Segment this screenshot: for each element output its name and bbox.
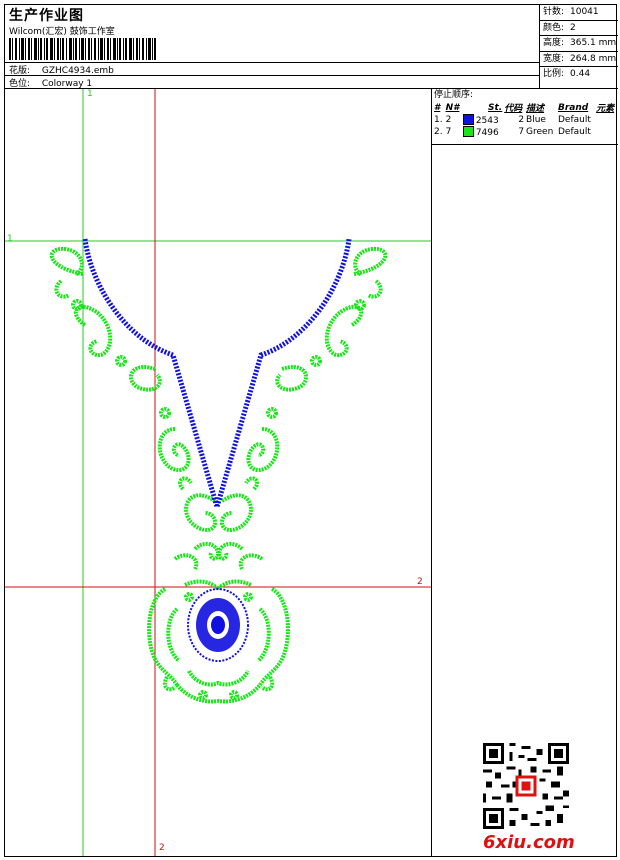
embroidery-preview — [5, 89, 431, 856]
stat-value: 264.8 mm — [570, 53, 617, 64]
row-element — [595, 114, 617, 126]
stop-sequence-panel: 停止顺序: # N# St. 代码 描述 Brand 元素 1. 2 2543 … — [432, 89, 618, 138]
row-desc: Green — [526, 127, 554, 137]
row-code: 2 — [518, 115, 525, 125]
stat-label: 针数: — [543, 7, 565, 17]
row-stitches: 7496 — [475, 128, 499, 138]
production-sheet: 生产作业图 Wilcom(汇宏) 鼓饰工作室 花版: GZHC4934.emb … — [4, 4, 618, 857]
stat-label: 比例: — [543, 69, 565, 80]
row-needle: 2 — [445, 115, 452, 125]
stat-value: 10041 — [570, 7, 599, 17]
axis-label-green-horizontal: 1 — [7, 234, 13, 244]
row-index: 2. — [434, 127, 443, 137]
color-swatch-blue — [462, 114, 474, 125]
stop-sequence-title: 停止顺序: — [434, 90, 474, 100]
row-desc: Blue — [526, 115, 546, 125]
colorway-value: Colorway 1 — [41, 79, 93, 89]
row-brand: Default — [558, 127, 591, 137]
row-index: 1. — [434, 115, 443, 125]
row-needle: 7 — [445, 127, 452, 137]
qr-code-icon — [483, 743, 569, 829]
axis-label-green-vertical: 1 — [87, 89, 93, 99]
studio-name: Wilcom(汇宏) 鼓饰工作室 — [9, 27, 115, 37]
col-header: N# — [445, 102, 460, 113]
stat-row: 针数: 10041 — [540, 5, 618, 21]
stat-label: 宽度: — [543, 53, 565, 64]
row-stitches: 2543 — [475, 116, 499, 126]
stop-sequence-table: # N# St. 代码 描述 Brand 元素 1. 2 2543 2 Blue… — [433, 101, 617, 139]
col-header: 元素 — [596, 104, 615, 114]
header-block: 生产作业图 Wilcom(汇宏) 鼓饰工作室 花版: GZHC4934.emb … — [5, 5, 540, 89]
stat-value: 2 — [570, 22, 576, 33]
table-row: 2. 7 7496 7 Green Default — [433, 126, 617, 138]
col-header: 描述 — [526, 104, 545, 114]
panel-divider — [432, 144, 618, 145]
row-stitches-cell: 2543 — [462, 114, 503, 126]
row-element — [595, 126, 617, 138]
design-canvas: 1 1 2 2 — [5, 89, 432, 856]
row-stitches-cell: 7496 — [462, 126, 503, 138]
colorway-label: 色位: — [9, 79, 31, 89]
stat-row: 高度: 365.1 mm — [540, 36, 618, 52]
watermark-text: 6xiu.com — [483, 832, 575, 853]
table-header-row: # N# St. 代码 描述 Brand 元素 — [433, 101, 617, 115]
page-title: 生产作业图 — [9, 8, 84, 24]
barcode-icon — [9, 38, 156, 60]
col-header: # — [434, 102, 441, 113]
blue-neckline — [82, 238, 352, 516]
stat-value: 0.44 — [570, 69, 591, 80]
stat-label: 高度: — [543, 38, 565, 49]
stat-row: 宽度: 264.8 mm — [540, 52, 618, 68]
table-row: 1. 2 2543 2 Blue Default — [433, 114, 617, 126]
color-swatch-green — [462, 126, 474, 137]
stats-block: 针数: 10041 颜色: 2 高度: 365.1 mm 宽度: 264.8 mm 比例… — [540, 5, 618, 89]
row-code: 7 — [518, 127, 525, 137]
row-brand: Default — [558, 115, 591, 125]
stat-label: 颜色: — [543, 22, 565, 33]
col-header: 代码 — [504, 104, 523, 114]
stat-row: 颜色: 2 — [540, 21, 618, 37]
axis-label-red-vertical: 2 — [159, 843, 165, 853]
col-header: Brand — [558, 102, 589, 113]
colorway-row: 色位: Colorway 1 — [9, 76, 92, 89]
axis-label-red-horizontal: 2 — [417, 577, 423, 587]
stat-row: 比例: 0.44 — [540, 67, 618, 82]
blue-medallion — [187, 588, 249, 662]
col-header: St. — [488, 102, 503, 113]
stat-value: 365.1 mm — [570, 38, 617, 49]
